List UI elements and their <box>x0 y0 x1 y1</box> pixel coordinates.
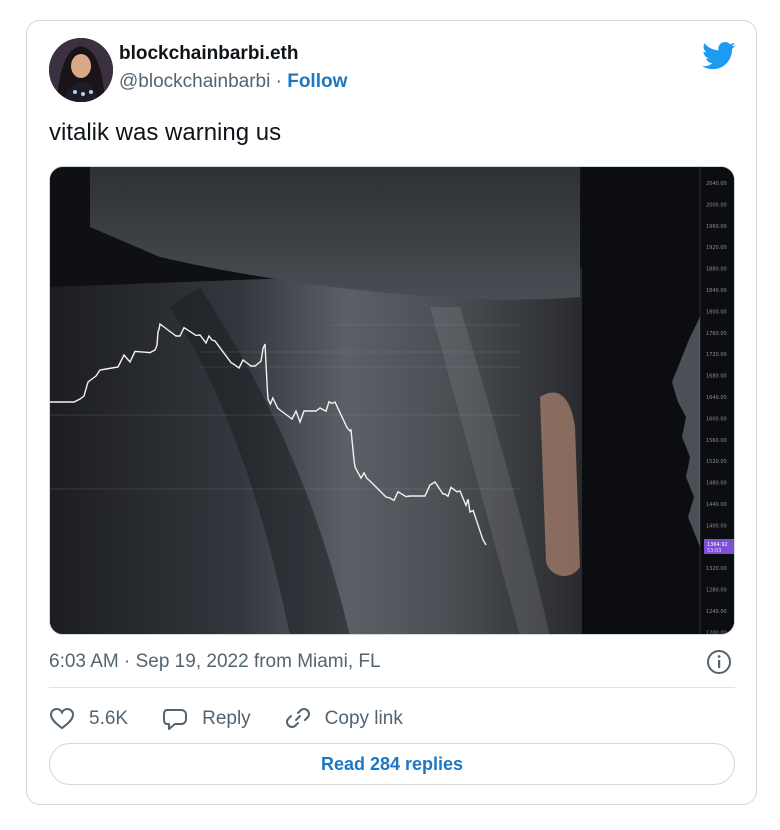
handle[interactable]: @blockchainbarbi <box>119 71 270 92</box>
price-axis-label: 1240.00 <box>706 609 727 615</box>
display-name[interactable]: blockchainbarbi.eth <box>119 43 298 65</box>
price-axis-label: 1920.00 <box>706 245 727 251</box>
copy-link-label: Copy link <box>324 708 403 729</box>
price-axis-label: 2040.00 <box>706 181 727 187</box>
heart-icon <box>49 707 75 730</box>
price-axis-label: 1760.00 <box>706 331 727 337</box>
price-axis-label: 1320.00 <box>706 566 727 572</box>
divider <box>49 687 735 688</box>
handle-row: @blockchainbarbi · Follow <box>119 71 347 93</box>
reply-button[interactable]: Reply <box>162 707 251 731</box>
like-count: 5.6K <box>89 708 129 729</box>
price-axis-label: 1840.00 <box>706 288 727 294</box>
tweet-timestamp[interactable]: 6:03 AM · Sep 19, 2022 from Miami, FL <box>49 651 381 673</box>
reply-bubble-icon <box>163 709 188 730</box>
tweet-card: blockchainbarbi.eth @blockchainbarbi · F… <box>26 20 757 805</box>
avatar[interactable] <box>49 38 113 102</box>
like-button[interactable]: 5.6K <box>49 707 128 731</box>
tweet-text: vitalik was warning us <box>49 119 282 146</box>
price-axis-label: 1720.00 <box>706 352 727 358</box>
price-axis-label: 1800.00 <box>706 309 727 315</box>
price-axis-label: 1640.00 <box>706 395 727 401</box>
price-axis-label: 1440.00 <box>706 502 727 508</box>
current-price-tag: 1364.92 53:03 <box>704 539 734 554</box>
read-replies-button[interactable]: Read 284 replies <box>49 743 735 785</box>
tweet-media[interactable]: 2040.00 2000.00 1960.00 1920.00 1880.00 1840.… <box>49 166 735 635</box>
price-axis-label: 1480.00 <box>706 481 727 487</box>
current-price-sub: 53:03 <box>707 548 721 554</box>
price-axis-label: 1200.00 <box>706 630 727 635</box>
copy-link-button[interactable]: Copy link <box>285 707 403 731</box>
action-bar: 5.6K Reply Copy link <box>49 704 437 734</box>
separator: · <box>270 71 288 92</box>
chart-photo-overlay: 2040.00 2000.00 1960.00 1920.00 1880.00 1840.… <box>50 167 734 635</box>
twitter-bird-icon[interactable] <box>702 41 736 71</box>
price-axis-label: 1600.00 <box>706 416 727 422</box>
price-axis-label: 1880.00 <box>706 267 727 273</box>
info-icon[interactable] <box>706 649 732 675</box>
link-icon <box>285 708 310 728</box>
price-axis-label: 2000.00 <box>706 202 727 208</box>
price-axis-label: 1400.00 <box>706 523 727 529</box>
price-axis-label: 1560.00 <box>706 438 727 444</box>
price-axis-label: 1280.00 <box>706 588 727 594</box>
avatar-photo <box>49 38 113 102</box>
price-axis-label: 1960.00 <box>706 224 727 230</box>
reply-label: Reply <box>202 708 251 729</box>
price-axis-label: 1680.00 <box>706 374 727 380</box>
price-axis-label: 1520.00 <box>706 459 727 465</box>
follow-button[interactable]: Follow <box>287 71 347 92</box>
